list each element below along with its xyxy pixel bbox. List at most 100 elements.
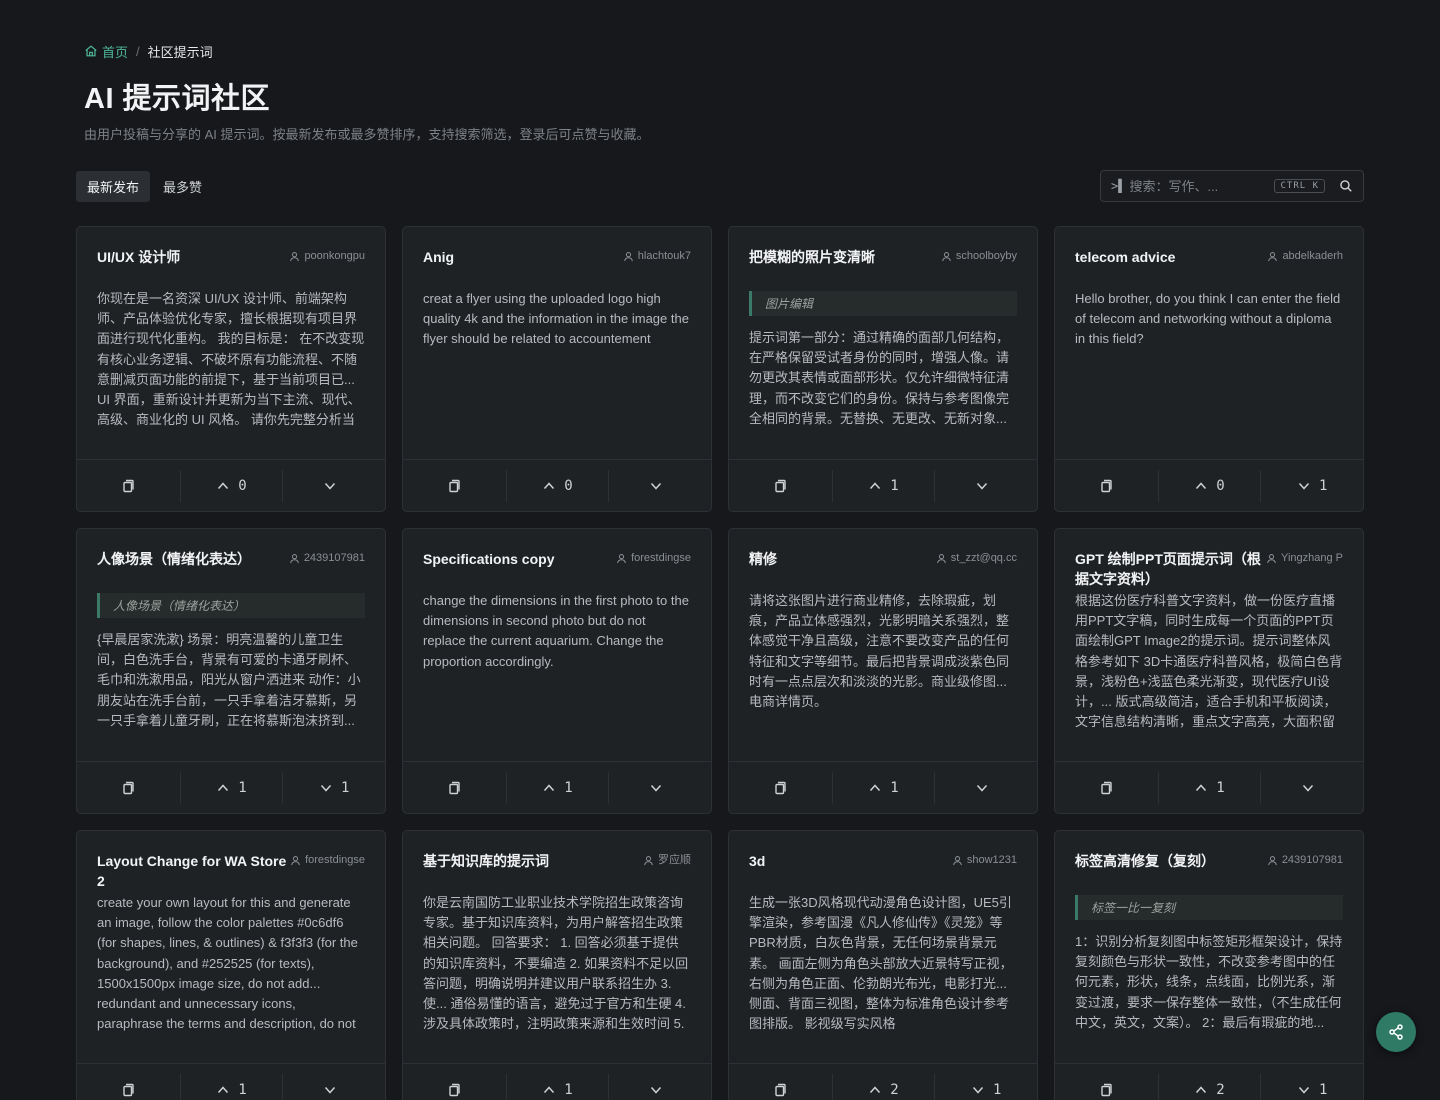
copy-button[interactable] <box>77 762 180 813</box>
dislike-button[interactable] <box>934 469 1037 502</box>
prompt-card[interactable]: Layout Change for WA Store 2 forestdingse… <box>76 830 386 1100</box>
dislike-button[interactable] <box>934 771 1037 804</box>
prompt-card[interactable]: 3d show1231 生成一张3D风格现代动漫角色设计图，UE5引擎渲染，参考国漫… <box>728 830 1038 1100</box>
breadcrumb-home-link[interactable]: 首页 <box>84 42 128 61</box>
prompt-card[interactable]: Anig hlachtouk7 creat a flyer using the up… <box>402 226 712 512</box>
copy-button[interactable] <box>729 1064 832 1100</box>
prompt-card[interactable]: UI/UX 设计师 poonkongpu 你现在是一名资深 UI/UX 设计师、前端… <box>76 226 386 512</box>
card-author-name: abdelkaderh <box>1282 250 1343 262</box>
dislike-button[interactable] <box>282 469 385 502</box>
prompt-card[interactable]: 把模糊的照片变清晰 schoolboyby 图片编辑 提示词第一部分：通过精确的面部几… <box>728 226 1038 512</box>
prompt-card[interactable]: 基于知识库的提示词 罗应顺 你是云南国防工业职业技术学院招生政策咨询专家。基于知识库… <box>402 830 712 1100</box>
like-button[interactable]: 0 <box>1157 469 1261 502</box>
like-button[interactable]: 2 <box>1157 1073 1261 1100</box>
like-count: 2 <box>890 1081 899 1098</box>
like-button[interactable]: 1 <box>831 771 935 804</box>
card-author: forestdingse <box>290 851 365 869</box>
copy-button[interactable] <box>729 460 832 511</box>
share-button[interactable] <box>1376 1012 1416 1052</box>
copy-button[interactable] <box>1055 1064 1158 1100</box>
card-author-name: show1231 <box>966 854 1017 866</box>
card-author: forestdingse <box>616 549 691 567</box>
card-header: UI/UX 设计师 poonkongpu <box>97 247 365 289</box>
toolbar: 最新发布 最多赞 >▌ CTRL K <box>76 170 1364 202</box>
dislike-button[interactable]: 1 <box>282 771 385 804</box>
prompt-card[interactable]: 人像场景（情绪化表达） 2439107981 人像场景（情绪化表达） {早晨居家洗漱}… <box>76 528 386 814</box>
card-text: creat a flyer using the uploaded logo hi… <box>423 291 689 347</box>
card-title[interactable]: telecom advice <box>1075 247 1175 267</box>
like-count: 0 <box>238 477 247 494</box>
card-title[interactable]: 人像场景（情绪化表达） <box>97 549 251 569</box>
copy-icon <box>449 781 461 794</box>
like-count: 1 <box>564 779 573 796</box>
like-button[interactable]: 0 <box>505 469 609 502</box>
copy-button[interactable] <box>1055 460 1158 511</box>
dislike-button[interactable] <box>608 1073 711 1100</box>
dislike-button[interactable] <box>1260 771 1363 804</box>
chevron-down-icon <box>651 482 662 490</box>
dislike-button[interactable]: 1 <box>1260 1073 1363 1100</box>
prompt-card[interactable]: 精修 st_zzt@qq.cc 请将这张图片进行商业精修，去除瑕疵，划痕，产品立体感… <box>728 528 1038 814</box>
copy-button[interactable] <box>729 762 832 813</box>
tab-most-liked[interactable]: 最多赞 <box>152 171 213 202</box>
copy-icon <box>449 1083 461 1096</box>
chevron-down-icon <box>972 1086 983 1094</box>
copy-button[interactable] <box>77 460 180 511</box>
copy-button[interactable] <box>77 1064 180 1100</box>
user-icon <box>617 553 626 563</box>
card-title[interactable]: Anig <box>423 247 454 267</box>
copy-button[interactable] <box>1055 762 1158 813</box>
copy-button[interactable] <box>403 762 506 813</box>
card-author-name: Yingzhang P <box>1281 552 1343 564</box>
like-button[interactable]: 1 <box>179 1073 283 1100</box>
card-author: Yingzhang P <box>1266 549 1343 567</box>
card-title[interactable]: 标签高清修复（复刻） <box>1075 851 1215 871</box>
like-count: 0 <box>1216 477 1225 494</box>
dislike-button[interactable] <box>608 469 711 502</box>
prompt-card[interactable]: telecom advice abdelkaderh Hello brother, … <box>1054 226 1364 512</box>
prompt-card[interactable]: GPT 绘制PPT页面提示词（根据文字资料） Yingzhang P 根据这份医疗科… <box>1054 528 1364 814</box>
like-button[interactable]: 1 <box>179 771 283 804</box>
prompt-card[interactable]: Specifications copy forestdingse change th… <box>402 528 712 814</box>
card-header: 人像场景（情绪化表达） 2439107981 <box>97 549 365 591</box>
user-icon <box>623 251 633 261</box>
dislike-button[interactable] <box>608 771 711 804</box>
card-title[interactable]: 精修 <box>749 549 777 569</box>
chevron-down-icon <box>325 482 336 490</box>
terminal-prompt-icon: >▌ <box>1111 179 1126 193</box>
copy-button[interactable] <box>403 1064 506 1100</box>
user-icon <box>1267 553 1276 563</box>
card-header: 3d show1231 <box>749 851 1017 893</box>
tab-latest[interactable]: 最新发布 <box>76 170 151 202</box>
card-title[interactable]: 把模糊的照片变清晰 <box>749 247 875 267</box>
prompt-card[interactable]: 标签高清修复（复刻） 2439107981 标签一比一复刻 1：识别分析复刻图中标签矩… <box>1054 830 1364 1100</box>
chevron-down-icon <box>1303 784 1314 792</box>
dislike-button[interactable] <box>282 1073 385 1100</box>
search-icon[interactable] <box>1339 179 1353 193</box>
card-title[interactable]: Layout Change for WA Store 2 <box>97 851 287 891</box>
card-text: 请将这张图片进行商业精修，去除瑕疵，划痕，产品立体感强烈，光影明暗关系强烈，整体… <box>749 593 1010 710</box>
card-author: st_zzt@qq.cc <box>936 549 1017 567</box>
like-button[interactable]: 1 <box>831 469 935 502</box>
card-title[interactable]: 3d <box>749 851 765 871</box>
like-button[interactable]: 0 <box>179 469 283 502</box>
like-button[interactable]: 2 <box>831 1073 935 1100</box>
copy-button[interactable] <box>403 460 506 511</box>
search-input[interactable] <box>1129 178 1275 194</box>
card-title[interactable]: Specifications copy <box>423 549 554 569</box>
chevron-up-icon <box>870 481 881 489</box>
card-title[interactable]: 基于知识库的提示词 <box>423 851 549 871</box>
like-button[interactable]: 1 <box>1157 771 1261 804</box>
card-title[interactable]: UI/UX 设计师 <box>97 247 180 267</box>
search-shortcut-badge: CTRL K <box>1274 179 1325 193</box>
card-author: hlachtouk7 <box>623 247 691 265</box>
card-body: Anig hlachtouk7 creat a flyer using the up… <box>403 227 711 459</box>
card-title[interactable]: GPT 绘制PPT页面提示词（根据文字资料） <box>1075 549 1265 589</box>
card-body: Layout Change for WA Store 2 forestdingse… <box>77 831 385 1063</box>
dislike-button[interactable]: 1 <box>1260 469 1363 502</box>
like-button[interactable]: 1 <box>505 1073 609 1100</box>
dislike-button[interactable]: 1 <box>934 1073 1037 1100</box>
card-body: 3d show1231 生成一张3D风格现代动漫角色设计图，UE5引擎渲染，参考国漫… <box>729 831 1037 1063</box>
card-header: GPT 绘制PPT页面提示词（根据文字资料） Yingzhang P <box>1075 549 1343 591</box>
like-button[interactable]: 1 <box>505 771 609 804</box>
